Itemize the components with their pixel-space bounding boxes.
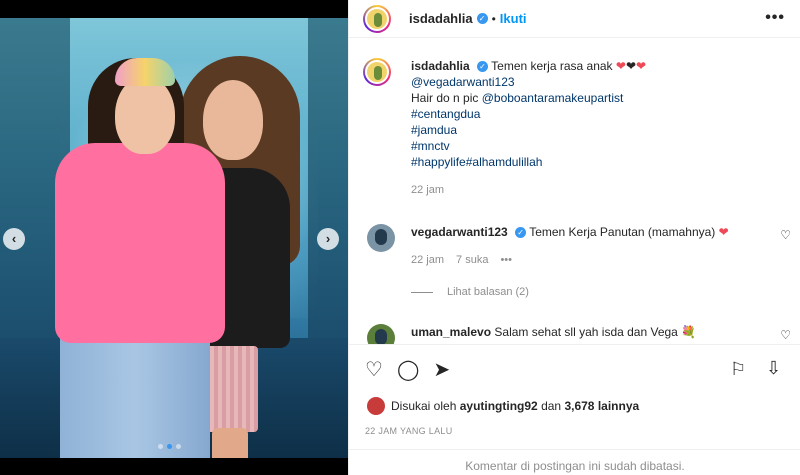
comment-item: uman_malevo Salam sehat sll yah isda dan… bbox=[363, 324, 793, 344]
verified-icon: ✓ bbox=[477, 61, 489, 73]
post-caption: isdadahlia ✓ Temen kerja rasa anak ❤❤❤ @… bbox=[363, 58, 783, 198]
commenter-avatar[interactable] bbox=[367, 324, 395, 344]
post-header: isdadahlia ✓ • Ikuti ••• bbox=[349, 0, 800, 38]
like-comment-icon[interactable]: ♡ bbox=[780, 328, 791, 342]
comment-time[interactable]: 22 jam bbox=[411, 254, 444, 266]
comment-text: Salam sehat sll yah isda dan Vega bbox=[494, 325, 678, 339]
hashtag-link[interactable]: #centangdua bbox=[411, 106, 783, 122]
likes-prefix: Disukai oleh bbox=[391, 399, 457, 413]
caption-username[interactable]: isdadahlia bbox=[411, 59, 470, 73]
likes-summary: Disukai oleh ayutingting92 dan 3,678 lai… bbox=[367, 397, 639, 415]
liker-avatar[interactable] bbox=[367, 397, 385, 415]
broken-heart-icon: ❤ bbox=[636, 59, 647, 73]
commenter-avatar[interactable] bbox=[367, 224, 395, 252]
likes-others[interactable]: 3,678 lainnya bbox=[564, 399, 639, 413]
view-replies-label[interactable]: Lihat balasan (2) bbox=[447, 286, 529, 298]
caption-avatar[interactable] bbox=[363, 58, 391, 86]
post-pane: isdadahlia ✓ • Ikuti ••• isdadahlia ✓ Te… bbox=[348, 0, 800, 475]
carousel-dot bbox=[158, 444, 163, 449]
carousel-dot bbox=[176, 444, 181, 449]
red-heart-icon: ❤ bbox=[718, 225, 729, 239]
bookmark-icon[interactable]: ⚐ bbox=[730, 359, 746, 380]
post-media: ‹ › bbox=[0, 0, 348, 475]
follow-button[interactable]: Ikuti bbox=[500, 11, 527, 26]
hashtag-link[interactable]: #jamdua bbox=[411, 122, 783, 138]
verified-icon: ✓ bbox=[476, 13, 488, 24]
verified-icon: ✓ bbox=[515, 227, 527, 239]
post-time[interactable]: 22 JAM YANG LALU bbox=[365, 426, 453, 436]
view-replies[interactable]: Lihat balasan (2) bbox=[411, 286, 793, 298]
download-icon[interactable]: ⇩ bbox=[766, 358, 781, 379]
separator-dot: • bbox=[491, 11, 496, 26]
more-options-icon[interactable]: ••• bbox=[765, 9, 785, 27]
like-comment-icon[interactable]: ♡ bbox=[780, 228, 791, 242]
comment-text: Temen Kerja Panutan (mamahnya) bbox=[529, 225, 716, 239]
share-icon[interactable]: ➤ bbox=[433, 359, 450, 381]
comments-list[interactable]: isdadahlia ✓ Temen kerja rasa anak ❤❤❤ @… bbox=[349, 38, 800, 344]
mention-link[interactable]: @vegadarwanti123 bbox=[411, 74, 783, 90]
likes-middle: dan bbox=[541, 399, 562, 413]
comments-disabled-notice: Komentar di postingan ini sudah dibatasi… bbox=[349, 449, 800, 475]
previous-arrow-icon[interactable]: ‹ bbox=[3, 228, 25, 250]
makeup-mention-link[interactable]: @boboantaramakeupartist bbox=[482, 91, 624, 105]
comment-likes[interactable]: 7 suka bbox=[456, 254, 488, 266]
black-heart-icon: ❤ bbox=[625, 59, 637, 73]
actions-bar: ♡ ◯ ➤ ⚐ ⇩ Disukai oleh ayutingting92 dan… bbox=[349, 344, 800, 475]
comment-icon[interactable]: ◯ bbox=[397, 359, 419, 381]
caption-time[interactable]: 22 jam bbox=[411, 182, 783, 198]
caption-text: Temen kerja rasa anak bbox=[491, 59, 613, 73]
hashtag-link[interactable]: #alhamdulillah bbox=[466, 155, 543, 169]
commenter-username[interactable]: uman_malevo bbox=[411, 325, 491, 339]
next-arrow-icon[interactable]: › bbox=[317, 228, 339, 250]
bouquet-emoji-icon: 💐 bbox=[681, 325, 697, 339]
author-username[interactable]: isdadahlia bbox=[409, 11, 473, 26]
hashtag-link[interactable]: #mnctv bbox=[411, 138, 783, 154]
like-icon[interactable]: ♡ bbox=[365, 359, 383, 381]
hashtag-link[interactable]: #happylife bbox=[411, 155, 466, 169]
comment-item: vegadarwanti123 ✓ Temen Kerja Panutan (m… bbox=[363, 224, 793, 298]
carousel-dot-active bbox=[167, 444, 172, 449]
post-photo bbox=[0, 18, 348, 458]
comment-more-icon[interactable]: ••• bbox=[500, 254, 512, 266]
liker-username[interactable]: ayutingting92 bbox=[460, 399, 538, 413]
red-heart-icon: ❤ bbox=[615, 59, 626, 73]
author-avatar[interactable] bbox=[363, 4, 391, 33]
hair-credit-text: Hair do n pic bbox=[411, 91, 479, 105]
carousel-dots bbox=[158, 444, 181, 449]
commenter-username[interactable]: vegadarwanti123 bbox=[411, 225, 508, 239]
